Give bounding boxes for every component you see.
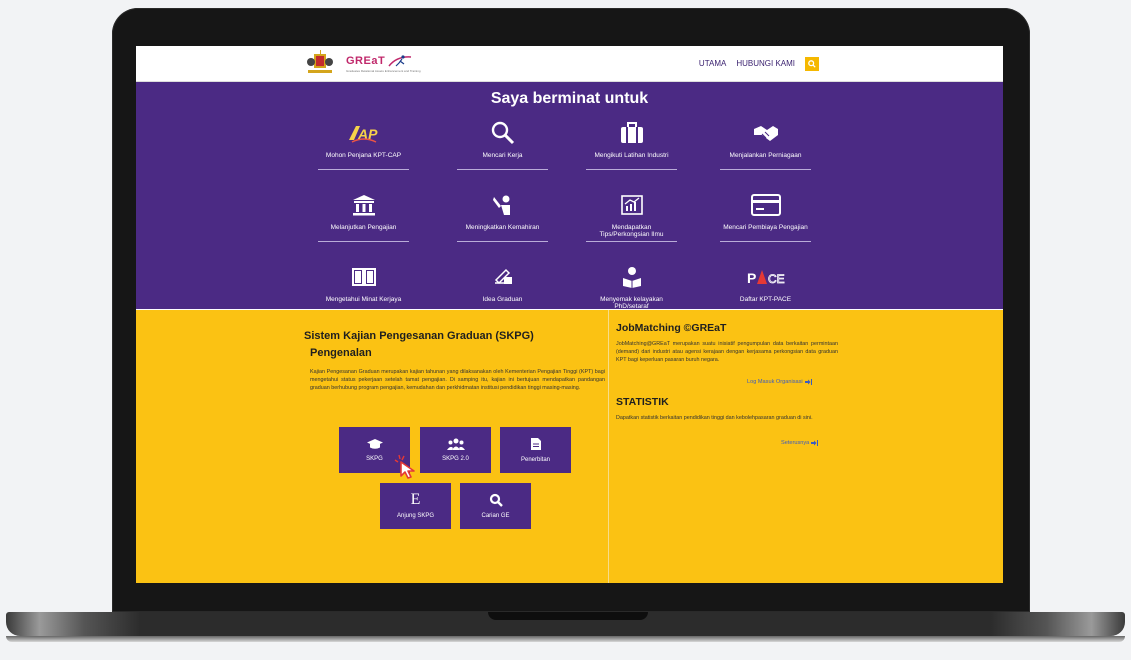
skpg2-button-label: SKPG 2.0 <box>442 456 469 462</box>
open-book-icon <box>351 262 376 292</box>
seterusnya-label: Seterusnya <box>781 440 810 446</box>
interest-item-kpt-cap[interactable]: AP Mohon Penjana KPT-CAP <box>318 118 409 170</box>
nav-utama[interactable]: UTAMA <box>699 59 726 68</box>
logos: GREaT Graduates Relational Assets Enhanc… <box>304 49 421 79</box>
interest-item-pembiaya-pengajian[interactable]: Mencari Pembiaya Pengajian <box>720 190 811 242</box>
interest-item-kelayakan-phd[interactable]: Menyemak kelayakan PhD/setaraf <box>586 262 677 314</box>
search-icon <box>808 59 816 68</box>
hand-writing-icon <box>492 262 514 292</box>
interest-item-tips-perkongsian[interactable]: Mendapatkan Tips/Perkongsian Ilmu <box>586 190 677 242</box>
interest-item-label: Mendapatkan Tips/Perkongsian Ilmu <box>599 224 664 238</box>
great-logo-subtitle: Graduates Relational Assets Enhancement … <box>346 69 421 73</box>
search-icon <box>489 493 503 507</box>
statistik-text: Dapatkan statistik berkaitan pendidikan … <box>616 415 813 421</box>
handshake-icon <box>753 118 779 148</box>
interest-item-label: Mencari Pembiaya Pengajian <box>723 224 808 231</box>
interest-item-idea-graduan[interactable]: Idea Graduan <box>457 262 548 314</box>
interest-grid: AP Mohon Penjana KPT-CAP Mencari Kerja M… <box>136 82 1003 314</box>
users-icon <box>446 438 465 450</box>
reader-icon <box>621 262 643 292</box>
document-icon <box>530 438 541 450</box>
interest-item-label: Melanjutkan Pengajian <box>330 224 397 231</box>
ministry-crest-icon[interactable] <box>304 49 336 79</box>
interest-item-minat-kerjaya[interactable]: Mengetahui Minat Kerjaya <box>318 262 409 314</box>
interest-item-label: Menjalankan Perniagaan <box>729 152 802 159</box>
sign-in-icon <box>804 379 812 385</box>
kpt-cap-logo-icon: AP <box>346 118 382 148</box>
info-section: Sistem Kajian Pengesanan Graduan (SKPG) … <box>136 310 1003 583</box>
credit-card-icon <box>750 190 781 220</box>
interest-item-perniagaan[interactable]: Menjalankan Perniagaan <box>720 118 811 170</box>
penerbitan-button-label: Penerbitan <box>520 457 551 463</box>
great-logo[interactable]: GREaT Graduates Relational Assets Enhanc… <box>346 54 421 73</box>
screen: GREaT Graduates Relational Assets Enhanc… <box>136 46 1003 583</box>
worker-tools-icon <box>492 190 514 220</box>
search-button[interactable] <box>805 56 819 71</box>
column-divider <box>608 310 609 583</box>
skpg-intro-heading: Pengenalan <box>310 347 372 359</box>
penerbitan-button[interactable]: Penerbitan <box>500 427 571 473</box>
kpt-pace-logo-icon: P CE <box>746 262 786 292</box>
interest-item-label: Mengikuti Latihan Industri <box>594 152 669 159</box>
interest-item-label: Meningkatkan Kemahiran <box>465 224 540 231</box>
interest-section: Saya berminat untuk AP Mohon Penjana KPT… <box>136 82 1003 314</box>
sign-in-icon <box>811 440 819 446</box>
laptop-notch <box>488 612 648 620</box>
svg-text:CE: CE <box>768 272 785 286</box>
interest-item-mencari-kerja[interactable]: Mencari Kerja <box>457 118 548 170</box>
interest-item-kpt-pace[interactable]: P CE Daftar KPT-PACE <box>720 262 811 314</box>
log-masuk-organisasi-link[interactable]: Log Masuk Organisasi <box>747 379 812 385</box>
log-masuk-organisasi-label: Log Masuk Organisasi <box>747 379 803 385</box>
laptop-mockup: GREaT Graduates Relational Assets Enhanc… <box>0 0 1131 660</box>
top-nav: UTAMA HUBUNGI KAMI <box>699 56 819 71</box>
anjung-skpg-button-label: Anjung SKPG <box>396 513 435 519</box>
interest-item-label: Mohon Penjana KPT-CAP <box>325 152 402 159</box>
svg-text:P: P <box>747 270 756 286</box>
skpg-title: Sistem Kajian Pengesanan Graduan (SKPG) <box>304 330 534 342</box>
runner-icon <box>388 55 412 67</box>
carian-ge-button-label: Carian GE <box>481 513 510 519</box>
seterusnya-link[interactable]: Seterusnya <box>781 440 819 446</box>
graduation-cap-icon <box>366 439 383 449</box>
skpg2-button[interactable]: SKPG 2.0 <box>420 427 491 473</box>
interest-item-latihan-industri[interactable]: Mengikuti Latihan Industri <box>586 118 677 170</box>
anjung-skpg-button[interactable]: E Anjung SKPG <box>380 483 451 529</box>
great-logo-text: GREaT <box>346 55 386 67</box>
statistik-title: STATISTIK <box>616 396 669 408</box>
skpg-button-label: SKPG <box>366 456 383 462</box>
interest-item-label: Mencari Kerja <box>482 152 523 159</box>
interest-item-melanjutkan-pengajian[interactable]: Melanjutkan Pengajian <box>318 190 409 242</box>
letter-e-icon: E <box>410 491 421 508</box>
jobmatching-title: JobMatching ©GREaT <box>616 322 727 334</box>
briefcase-icon <box>620 118 644 148</box>
interest-item-kemahiran[interactable]: Meningkatkan Kemahiran <box>457 190 548 242</box>
jobmatching-text: JobMatching@GREaT merupakan suatu inisia… <box>616 341 838 363</box>
carian-ge-button[interactable]: Carian GE <box>460 483 531 529</box>
magnifier-icon <box>490 118 516 148</box>
institution-icon <box>352 190 376 220</box>
nav-hubungi-kami[interactable]: HUBUNGI KAMI <box>736 59 795 68</box>
site-header: GREaT Graduates Relational Assets Enhanc… <box>136 46 1003 82</box>
mouse-cursor-icon <box>393 452 421 485</box>
chart-board-icon <box>620 190 643 220</box>
skpg-intro-text: Kajian Pengesanan Graduan merupakan kaji… <box>310 369 605 391</box>
